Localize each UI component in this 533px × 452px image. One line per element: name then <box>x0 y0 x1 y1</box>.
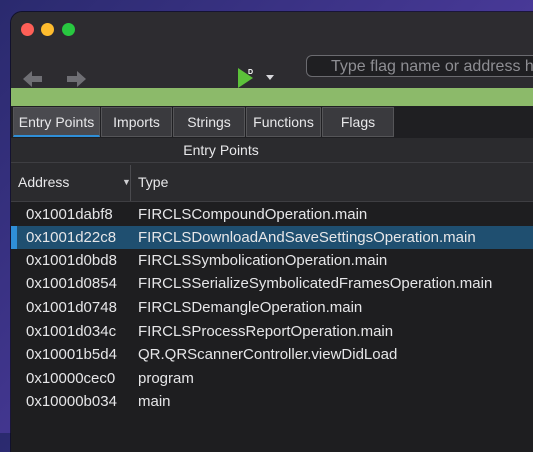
close-window-button[interactable] <box>21 23 34 36</box>
type-cell: FIRCLSSymbolicationOperation.main <box>138 252 388 269</box>
address-cell: 0x1001d0854 <box>26 275 117 292</box>
tab-functions[interactable]: Functions <box>246 107 321 137</box>
tab-entry-points[interactable]: Entry Points <box>13 107 100 137</box>
type-cell: FIRCLSDownloadAndSaveSettingsOperation.m… <box>138 229 476 246</box>
minimize-window-button[interactable] <box>41 23 54 36</box>
tab-strings[interactable]: Strings <box>173 107 245 137</box>
tab-imports[interactable]: Imports <box>101 107 172 137</box>
entry-points-table: 0x1001dabf8 FIRCLSCompoundOperation.main… <box>11 202 533 452</box>
address-cell: 0x1001dabf8 <box>26 206 113 223</box>
address-cell: 0x1001d22c8 <box>26 229 117 246</box>
table-header: Address ▼ Type <box>11 162 533 202</box>
type-cell: program <box>138 370 194 387</box>
app-window: D Type flag name or address here Entry P… <box>11 12 533 452</box>
tab-label: Strings <box>187 114 231 130</box>
table-row[interactable]: 0x10000b034 main <box>11 390 533 413</box>
tab-bar: Entry Points Imports Strings Functions F… <box>11 106 533 138</box>
column-header-address[interactable]: Address ▼ <box>18 163 131 201</box>
chevron-down-icon <box>266 75 274 80</box>
type-cell: FIRCLSSerializeSymbolicatedFramesOperati… <box>138 275 493 292</box>
tab-label: Flags <box>340 114 376 130</box>
column-divider[interactable] <box>130 165 131 201</box>
column-header-type-label: Type <box>138 174 169 190</box>
tab-label: Imports <box>113 114 160 130</box>
type-cell: FIRCLSCompoundOperation.main <box>138 206 368 223</box>
tab-label: Entry Points <box>18 114 95 130</box>
table-row-selected[interactable]: 0x1001d22c8 FIRCLSDownloadAndSaveSetting… <box>11 226 533 249</box>
column-header-type[interactable]: Type <box>138 163 168 201</box>
analysis-progress-bar <box>11 88 533 106</box>
address-cell: 0x10000cec0 <box>26 370 116 387</box>
column-header-address-label: Address <box>18 174 70 190</box>
flag-search-input[interactable]: Type flag name or address here <box>306 55 533 77</box>
title-bar <box>11 12 533 52</box>
section-title: Entry Points <box>11 138 533 162</box>
table-row[interactable]: 0x1001d0854 FIRCLSSerializeSymbolicatedF… <box>11 272 533 295</box>
table-row[interactable]: 0x1001d0bd8 FIRCLSSymbolicationOperation… <box>11 249 533 272</box>
address-cell: 0x1001d034c <box>26 323 117 340</box>
type-cell: FIRCLSProcessReportOperation.main <box>138 323 394 340</box>
tab-flags[interactable]: Flags <box>322 107 394 137</box>
tab-label: Functions <box>253 114 314 130</box>
table-row[interactable]: 0x1001dabf8 FIRCLSCompoundOperation.main <box>11 203 533 226</box>
address-cell: 0x10000b034 <box>26 393 117 410</box>
table-row[interactable]: 0x1001d0748 FIRCLSDemangleOperation.main <box>11 296 533 319</box>
type-cell: main <box>138 393 171 410</box>
address-cell: 0x1001d0bd8 <box>26 252 117 269</box>
table-row[interactable]: 0x10000cec0 program <box>11 367 533 390</box>
svg-text:D: D <box>248 69 253 76</box>
table-row[interactable]: 0x1001d034c FIRCLSProcessReportOperation… <box>11 320 533 343</box>
selection-marker <box>11 226 17 249</box>
table-row[interactable]: 0x10001b5d4 QR.QRScannerController.viewD… <box>11 343 533 366</box>
address-cell: 0x1001d0748 <box>26 299 117 316</box>
zoom-window-button[interactable] <box>62 23 75 36</box>
type-cell: FIRCLSDemangleOperation.main <box>138 299 363 316</box>
address-cell: 0x10001b5d4 <box>26 346 117 363</box>
type-cell: QR.QRScannerController.viewDidLoad <box>138 346 398 363</box>
flag-search-placeholder: Type flag name or address here <box>331 58 533 75</box>
